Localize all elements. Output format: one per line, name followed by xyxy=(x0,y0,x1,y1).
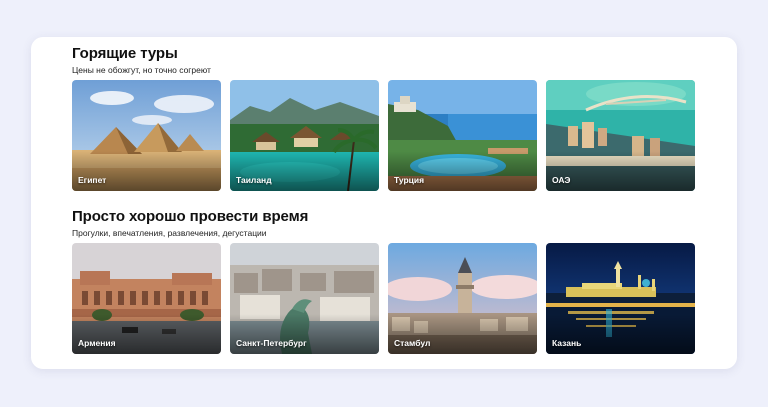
destination-card-turkey[interactable]: Турция xyxy=(388,80,537,191)
section-subtitle: Прогулки, впечатления, развлечения, дегу… xyxy=(72,228,267,238)
card-shade xyxy=(72,314,221,354)
section-good-time: Просто хорошо провести время Прогулки, в… xyxy=(72,208,695,354)
card-label: Армения xyxy=(78,338,116,348)
card-label: Таиланд xyxy=(236,175,272,185)
card-label: Египет xyxy=(78,175,107,185)
destination-card-kazan[interactable]: Казань xyxy=(546,243,695,354)
destination-card-uae[interactable]: ОАЭ xyxy=(546,80,695,191)
card-shade xyxy=(546,314,695,354)
card-shade xyxy=(388,151,537,191)
destination-card-saint-petersburg[interactable]: Санкт-Петербург xyxy=(230,243,379,354)
destinations-panel: Горящие туры Цены не обожгут, но точно с… xyxy=(31,37,737,369)
destination-card-egypt[interactable]: Египет xyxy=(72,80,221,191)
card-shade xyxy=(72,151,221,191)
card-label: Стамбул xyxy=(394,338,431,348)
section-title: Горящие туры xyxy=(72,45,178,62)
section-title: Просто хорошо провести время xyxy=(72,208,309,225)
card-row: Египет Таиланд Турция ОАЭ xyxy=(72,80,696,192)
card-row: Армения Санкт-Петербург Стамбул Казань xyxy=(72,243,696,355)
card-shade xyxy=(230,314,379,354)
section-subtitle: Цены не обожгут, но точно согреют xyxy=(72,65,211,75)
card-label: Санкт-Петербург xyxy=(236,338,307,348)
destination-card-istanbul[interactable]: Стамбул xyxy=(388,243,537,354)
section-hot-tours: Горящие туры Цены не обожгут, но точно с… xyxy=(72,45,695,191)
card-shade xyxy=(230,151,379,191)
card-label: ОАЭ xyxy=(552,175,571,185)
card-label: Казань xyxy=(552,338,582,348)
card-shade xyxy=(546,151,695,191)
destination-card-armenia[interactable]: Армения xyxy=(72,243,221,354)
card-shade xyxy=(388,314,537,354)
destination-card-thailand[interactable]: Таиланд xyxy=(230,80,379,191)
card-label: Турция xyxy=(394,175,425,185)
